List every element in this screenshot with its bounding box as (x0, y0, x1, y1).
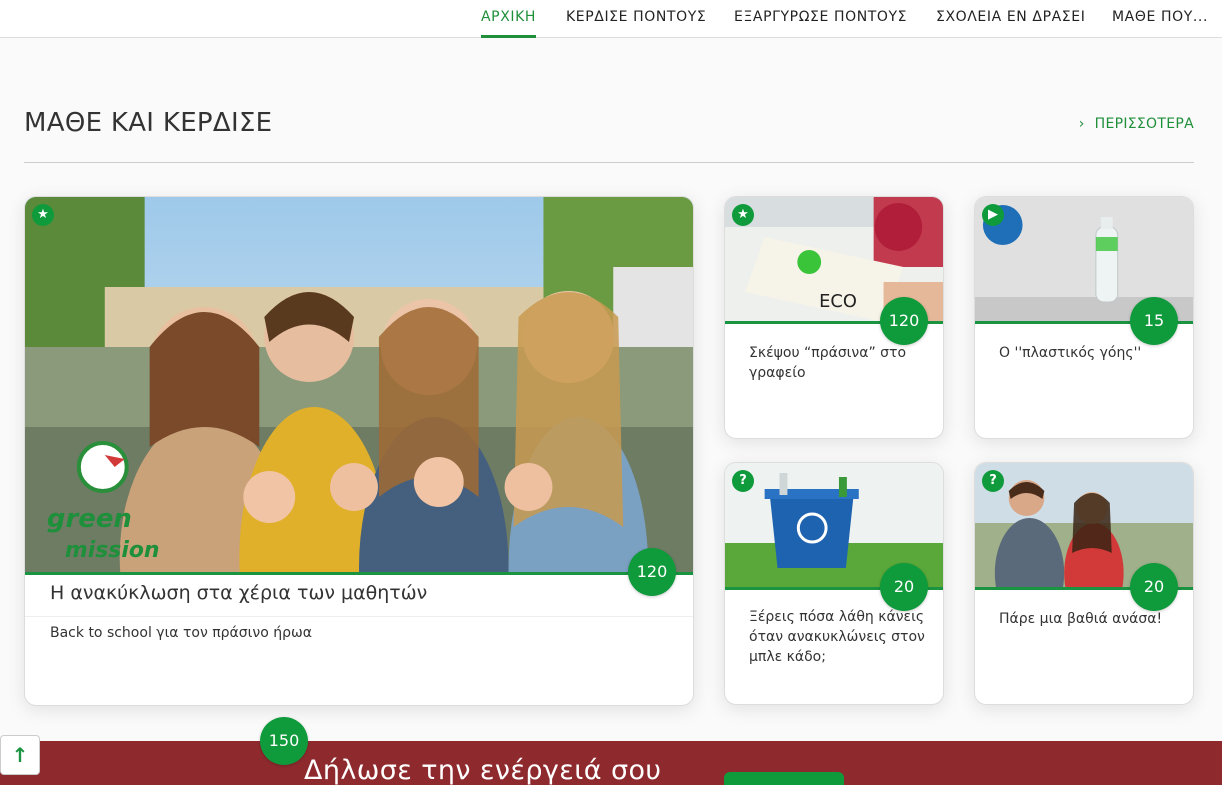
banner-title: Δήλωσε την ενέργειά σου (304, 755, 662, 785)
points-badge: 120 (628, 548, 676, 596)
question-icon: ? (732, 470, 754, 492)
more-link[interactable]: › ΠΕΡΙΣΣΟΤΕΡΑ (1079, 116, 1194, 132)
points-badge: 20 (880, 563, 928, 611)
section-title: ΜΑΘΕ ΚΑΙ ΚΕΡΔΙΣΕ (24, 108, 273, 138)
featured-card-subtitle: Back to school για τον πράσινο ήρωα (50, 625, 312, 641)
activity-card[interactable]: ? 20 Πάρε μια βαθιά ανάσα! (974, 462, 1194, 705)
featured-card-divider (25, 616, 693, 617)
points-badge: 15 (1130, 297, 1178, 345)
video-icon: ▶ (982, 204, 1004, 226)
points-badge: 120 (880, 297, 928, 345)
activity-card[interactable]: ? 20 Ξέρεις πόσα λάθη κάνεις όταν ανακυκ… (724, 462, 944, 705)
arrow-up-icon: ↑ (11, 743, 29, 767)
eco-text: ECO (819, 291, 857, 312)
more-link-label: ΠΕΡΙΣΣΟΤΕΡΑ (1094, 116, 1194, 132)
question-icon: ? (982, 470, 1004, 492)
top-navigation: ΑΡΧΙΚΗ ΚΕΡΔΙΣΕ ΠΟΝΤΟΥΣ ΕΞΑΡΓΥΡΩΣΕ ΠΟΝΤΟΥ… (0, 0, 1222, 38)
bottom-banner: Δήλωσε την ενέργειά σου (0, 741, 1222, 785)
chevron-right-icon: › (1078, 116, 1085, 132)
activity-card-title: Ο ''πλαστικός γόης'' (999, 345, 1142, 361)
nav-item-redeem-points[interactable]: ΕΞΑΡΓΥΡΩΣΕ ΠΟΝΤΟΥΣ (734, 0, 907, 38)
activity-card-title: Πάρε μια βαθιά ανάσα! (999, 611, 1163, 627)
nav-item-schools-in-action[interactable]: ΣΧΟΛΕΙΑ ΕΝ ΔΡΑΣΕΙ (936, 0, 1085, 38)
activity-card-title: Ξέρεις πόσα λάθη κάνεις όταν ανακυκλώνει… (749, 609, 925, 665)
nav-item-home[interactable]: ΑΡΧΙΚΗ (481, 0, 537, 38)
svg-text:mission: mission (65, 538, 160, 563)
nav-item-learn-where[interactable]: ΜΑΘΕ ΠΟΥ... (1112, 0, 1208, 38)
activity-card[interactable]: ▶ 15 Ο ''πλαστικός γόης'' (974, 196, 1194, 439)
featured-card-image: green mission (25, 197, 693, 573)
section-divider (24, 162, 1194, 163)
star-icon: ★ (32, 204, 54, 226)
star-icon: ★ (732, 204, 754, 226)
points-badge: 20 (1130, 563, 1178, 611)
scroll-to-top-button[interactable]: ↑ (0, 735, 40, 775)
banner-button[interactable] (724, 772, 844, 785)
nav-item-earn-points[interactable]: ΚΕΡΔΙΣΕ ΠΟΝΤΟΥΣ (566, 0, 706, 38)
activity-card-title: Σκέψου “πράσινα” στο γραφείο (749, 345, 907, 381)
green-mission-logo-text: green (47, 504, 132, 534)
featured-card[interactable]: green mission ★ 120 Η ανακύκλωση στα χέρ… (24, 196, 694, 706)
activity-card[interactable]: ECO ★ 120 Σκέψου “πράσινα” στο γραφείο (724, 196, 944, 439)
image-accent-line (25, 572, 693, 575)
banner-points-badge: 150 (260, 717, 308, 765)
featured-card-title: Η ανακύκλωση στα χέρια των μαθητών (50, 582, 428, 604)
